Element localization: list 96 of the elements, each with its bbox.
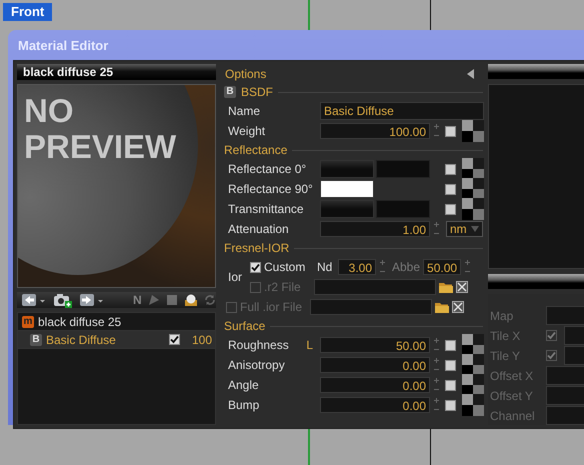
field-label: Bump [228, 398, 260, 412]
tile-checkbox[interactable] [546, 350, 557, 361]
field-label: Map [490, 308, 514, 322]
folder-icon[interactable] [435, 301, 449, 313]
checkbox-label: Custom [264, 260, 306, 274]
viewport-label[interactable]: Front [3, 3, 52, 21]
stepper-icon[interactable] [433, 357, 440, 373]
section-title: Reflectance [224, 143, 288, 157]
value-field[interactable]: 0.00 [320, 397, 430, 413]
texture-swatch-icon[interactable] [462, 394, 484, 416]
color-swatch[interactable] [320, 180, 374, 198]
tree-item-label: black diffuse 25 [38, 314, 122, 328]
layer-weight: 100 [190, 332, 213, 346]
value-field[interactable]: 0.00 [320, 377, 430, 393]
field-label: Reflectance 0° [228, 162, 306, 176]
color-swatch[interactable] [320, 200, 374, 218]
stepper-icon[interactable] [464, 259, 472, 275]
map-toggle[interactable] [445, 380, 456, 390]
brdf-badge-icon: B [224, 86, 236, 98]
tree-item[interactable]: B Basic Diffuse 100 [18, 331, 215, 349]
map-toggle[interactable] [445, 360, 456, 370]
window-title: Material Editor [17, 37, 110, 55]
texture-swatch-icon[interactable] [462, 354, 484, 376]
stepper-icon[interactable] [433, 377, 440, 393]
stepper-icon[interactable] [379, 259, 386, 275]
no-preview-text: NO PREVIEW [24, 93, 178, 165]
nd-field[interactable]: 3.00 [338, 259, 376, 275]
collapse-arrow-icon[interactable] [467, 68, 475, 78]
checkbox-label: Full .ior File [240, 300, 302, 314]
field-label: Weight [228, 124, 266, 138]
map-toggle[interactable] [445, 184, 456, 194]
stepper-icon[interactable] [433, 397, 440, 413]
brdf-badge-icon: B [30, 334, 42, 346]
map-toggle[interactable] [445, 204, 456, 214]
stepper-icon[interactable] [433, 337, 440, 353]
options-header[interactable]: Options [225, 66, 266, 80]
field-label: Roughness [228, 338, 289, 352]
file-checkbox[interactable] [226, 302, 237, 312]
value-field[interactable]: 1.00 [320, 221, 430, 237]
link-tag: L [306, 338, 313, 352]
color-swatch[interactable] [320, 160, 374, 178]
unit-dropdown[interactable]: nm [446, 221, 483, 237]
stepper-icon[interactable] [433, 123, 440, 139]
clear-icon[interactable] [452, 301, 464, 313]
layer-checkbox[interactable] [169, 334, 180, 345]
map-toggle[interactable] [445, 340, 456, 350]
map-toggle[interactable] [445, 164, 456, 174]
value-field[interactable]: 50.00 [320, 337, 430, 353]
tree-item-label: Basic Diffuse [46, 332, 117, 346]
map-toggle[interactable] [445, 126, 456, 136]
value-field[interactable]: 0.00 [320, 357, 430, 373]
field-label: Offset X [490, 368, 534, 382]
field-label: Tile Y [490, 348, 522, 362]
field-label: Reflectance 90° [228, 182, 313, 196]
section-title: BSDF [241, 85, 274, 99]
value-field[interactable]: 100.00 [320, 123, 430, 139]
field-label: Transmittance [228, 202, 304, 216]
field-label: Attenuation [228, 222, 289, 236]
material-badge-icon: m [22, 316, 34, 328]
texture-swatch-icon[interactable] [462, 374, 484, 396]
field-label: Ior [228, 270, 244, 284]
map-toggle[interactable] [445, 400, 456, 410]
camera-icon[interactable] [53, 292, 73, 308]
color-swatch[interactable] [376, 200, 430, 218]
texture-swatch-icon[interactable] [462, 178, 484, 200]
checkbox-label: .r2 File [264, 280, 301, 294]
tile-checkbox[interactable] [546, 330, 557, 341]
forward-arrow-icon[interactable] [79, 293, 105, 307]
field-label: Tile X [490, 328, 522, 342]
texture-swatch-icon[interactable] [462, 334, 484, 356]
section-title: Fresnel-IOR [224, 241, 290, 255]
back-arrow-icon[interactable] [21, 293, 47, 307]
field-label: Name [228, 104, 260, 118]
name-field[interactable]: Basic Diffuse [320, 102, 484, 120]
field-label: Angle [228, 378, 259, 392]
texture-swatch-icon[interactable] [462, 198, 484, 220]
file-path-field[interactable] [310, 299, 432, 315]
field-label: Abbe [392, 260, 420, 274]
field-label: Offset Y [490, 388, 534, 402]
field-label: Channel [490, 408, 536, 422]
texture-swatch-icon[interactable] [462, 120, 484, 142]
stepper-icon[interactable] [433, 221, 440, 237]
clear-icon[interactable] [456, 281, 468, 293]
texture-swatch-icon[interactable] [462, 158, 484, 180]
dropdown-caret-icon [471, 226, 479, 232]
file-path-field[interactable] [314, 279, 436, 295]
sphere-on-plane-icon[interactable] [184, 293, 198, 307]
material-name-bar: black diffuse 25 [17, 64, 216, 80]
color-swatch[interactable] [376, 160, 430, 178]
section-title: Surface [224, 319, 266, 333]
abbe-field[interactable]: 50.00 [423, 259, 462, 275]
custom-checkbox[interactable] [250, 262, 261, 272]
file-checkbox[interactable] [250, 282, 261, 292]
folder-icon[interactable] [439, 281, 453, 293]
field-label: Nd [317, 260, 334, 274]
field-label: Anisotropy [228, 358, 285, 372]
